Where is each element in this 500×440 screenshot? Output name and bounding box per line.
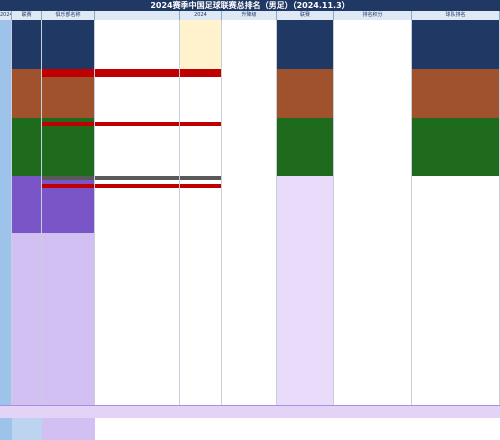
standings-sheet: 2024赛季中国足球联赛总排名（男足）（2024.11.3） 2024 联赛 俱… [0, 0, 500, 440]
bottom-filler [0, 418, 500, 440]
header-rank: 2024 [0, 11, 12, 20]
header-team-rank: 球队排名 [412, 11, 500, 20]
header-promotion: 升降级 [222, 11, 277, 20]
header-season: 2024 [180, 11, 222, 20]
footer-note [0, 405, 500, 419]
header-league: 联赛 [277, 11, 334, 20]
header-club-name [95, 11, 180, 20]
filler-rank-strip [0, 418, 12, 440]
column-header-row: 2024 联赛 俱乐部名称 2024 升降级 联赛 排名积分 球队排名 [0, 11, 500, 20]
header-division: 联赛 [12, 11, 42, 20]
header-club: 俱乐部名称 [42, 11, 95, 20]
sheet-title: 2024赛季中国足球联赛总排名（男足）（2024.11.3） [0, 0, 500, 11]
standings-table-body [0, 20, 500, 405]
header-points: 排名积分 [334, 11, 412, 20]
filler-division-strip [12, 418, 42, 440]
filler-club-strip [42, 418, 95, 440]
